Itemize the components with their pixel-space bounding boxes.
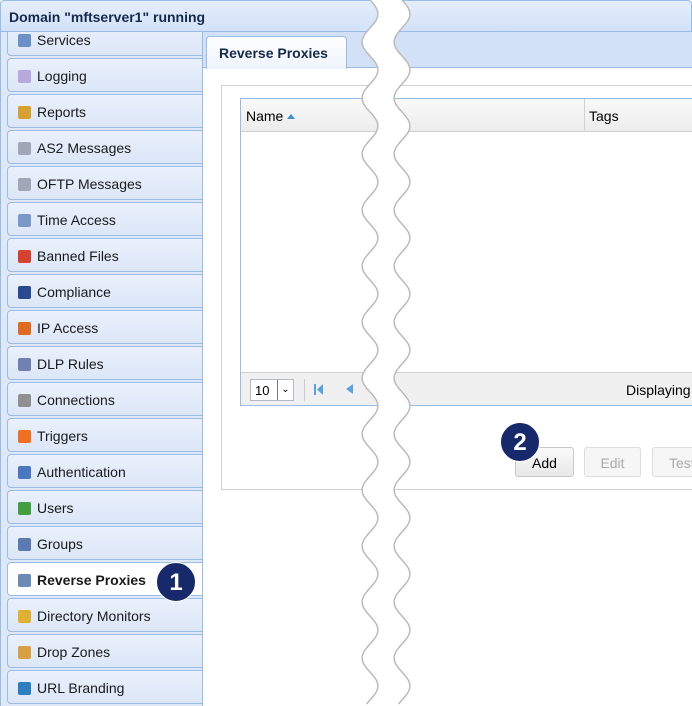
tear-gap [362,0,410,704]
callout-badge-2: 2 [500,422,540,462]
callout-badge-1: 1 [156,562,196,602]
torn-edge-divider [361,0,411,705]
